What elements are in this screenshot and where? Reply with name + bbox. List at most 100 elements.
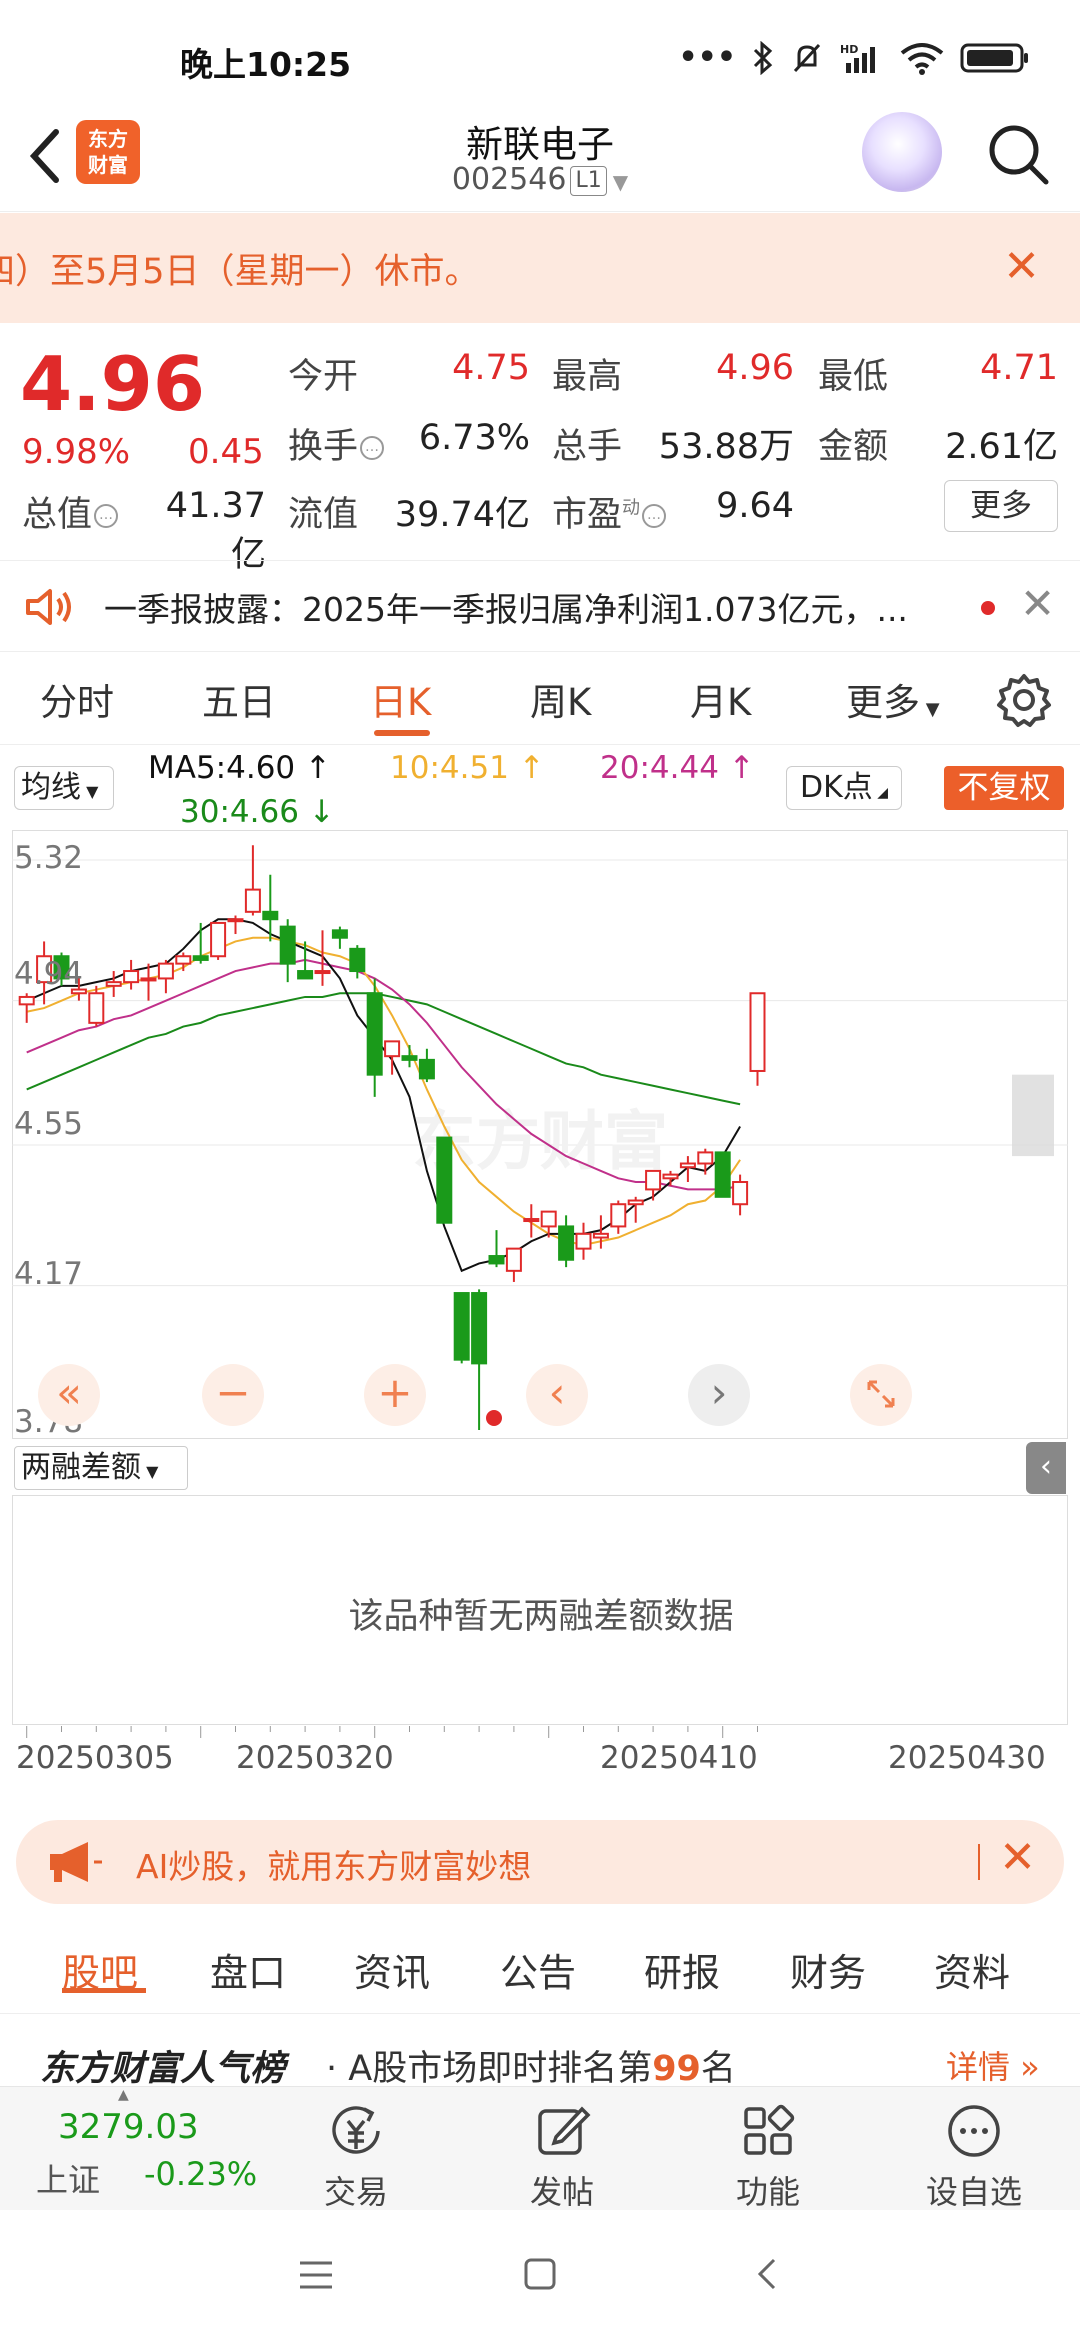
candle-body xyxy=(244,888,261,913)
candle-body xyxy=(349,947,366,973)
more-button[interactable]: 更多 xyxy=(944,480,1058,532)
tab-financials[interactable]: 财务 xyxy=(790,1942,866,1997)
tab-more[interactable]: 更多 ▼ xyxy=(846,672,940,726)
candle-body xyxy=(714,1151,731,1198)
tab-profile[interactable]: 资料 xyxy=(934,1942,1010,1997)
candle-body xyxy=(331,929,348,939)
tab-five-day[interactable]: 五日 xyxy=(202,672,276,726)
tab-research[interactable]: 研报 xyxy=(644,1942,720,1997)
nav-post[interactable]: 发帖 xyxy=(502,2087,622,2211)
gear-icon[interactable] xyxy=(994,670,1054,730)
ai-ad-banner[interactable]: AI炒股，就用东方财富妙想 ✕ xyxy=(16,1820,1064,1904)
pe-value: 9.64 xyxy=(716,486,794,526)
fullscreen-icon[interactable] xyxy=(850,1364,912,1426)
info-icon[interactable]: … xyxy=(642,504,667,528)
close-icon[interactable]: ✕ xyxy=(999,1832,1036,1883)
candle-body xyxy=(592,1232,609,1239)
candle-body xyxy=(262,910,279,921)
active-tab-indicator xyxy=(374,730,430,736)
grid-icon xyxy=(744,2104,795,2155)
info-icon[interactable]: … xyxy=(360,436,385,460)
candle-body xyxy=(157,962,174,980)
low-value: 4.71 xyxy=(980,348,1058,388)
signal-icon: HD xyxy=(840,43,875,73)
close-icon[interactable]: ✕ xyxy=(1003,241,1040,292)
home-icon[interactable] xyxy=(522,2256,558,2292)
candle-body xyxy=(297,970,314,980)
candle-body xyxy=(88,992,105,1024)
tab-monthly-k[interactable]: 月K xyxy=(690,672,751,726)
no-adjust-button[interactable]: 不复权 xyxy=(944,766,1064,810)
index-ticker[interactable]: ▲ 3279.03 上证 -0.23% xyxy=(0,2087,270,2211)
nav-add-watchlist[interactable]: 设自选 xyxy=(914,2087,1034,2211)
speaker-icon xyxy=(26,589,71,625)
back-icon[interactable] xyxy=(752,2254,782,2294)
popularity-rank-brand: 东方财富人气榜 xyxy=(40,2049,286,2089)
trade-icon xyxy=(332,2106,380,2154)
robot-avatar[interactable] xyxy=(862,112,942,192)
volume-label: 总手 xyxy=(552,427,623,467)
dropdown-arrow-icon: ▼ xyxy=(920,699,940,720)
tab-news[interactable]: 资讯 xyxy=(354,1942,430,1997)
unread-dot xyxy=(981,601,995,615)
candle-body xyxy=(505,1247,522,1272)
margin-indicator-select[interactable]: 两融差额 ▼ xyxy=(14,1446,188,1490)
price-highlight xyxy=(1012,1074,1054,1157)
menu-icon[interactable] xyxy=(296,2258,336,2292)
x-tick-label: 20250410 xyxy=(600,1740,758,1776)
zoom-out-button[interactable]: − xyxy=(202,1364,264,1426)
tab-order-book[interactable]: 盘口 xyxy=(210,1942,286,1997)
tab-weekly-k[interactable]: 周K xyxy=(530,672,591,726)
amount-value: 2.61亿 xyxy=(945,427,1058,467)
candle-body xyxy=(227,918,244,923)
candle-body xyxy=(366,992,383,1076)
index-change: -0.23% xyxy=(144,2155,258,2193)
y-tick-label: 5.32 xyxy=(14,840,84,876)
candle-body xyxy=(575,1232,592,1250)
candle-body xyxy=(471,1292,488,1365)
candle-body xyxy=(453,1292,470,1361)
indicator-select[interactable]: 均线 ▼ xyxy=(14,766,114,810)
dk-point-select[interactable]: DK点 ◢ xyxy=(786,766,902,810)
chevron-down-icon: ▼ xyxy=(612,170,629,194)
high-label: 最高 xyxy=(552,357,623,397)
candle-body xyxy=(279,925,296,965)
status-time: 晚上10:25 xyxy=(180,45,352,84)
turnover-value: 6.73% xyxy=(418,418,530,458)
level-badge: L1 xyxy=(570,165,607,196)
close-icon[interactable]: ✕ xyxy=(1020,579,1055,628)
info-icon[interactable]: … xyxy=(94,504,119,528)
x-tick-label: 20250320 xyxy=(236,1740,394,1776)
more-circle-icon xyxy=(948,2105,1000,2157)
turnover-label[interactable]: 换手… xyxy=(288,418,385,469)
tab-announcements[interactable]: 公告 xyxy=(500,1942,576,1997)
chart-period-tabs: 分时 五日 日K 周K 月K 更多 ▼ xyxy=(0,660,1080,745)
empty-message: 该品种暂无两融差额数据 xyxy=(348,1597,734,1637)
system-nav-bar xyxy=(0,2210,1080,2340)
rank-detail-link[interactable]: 详情 » xyxy=(946,2042,1040,2088)
candle-body xyxy=(192,955,209,961)
search-icon[interactable] xyxy=(984,120,1054,190)
bottom-nav: ▲ 3279.03 上证 -0.23% 交易 发帖 功能 设自选 xyxy=(0,2086,1080,2211)
active-tab-indicator xyxy=(62,1988,146,1993)
mktcap-label[interactable]: 总值… xyxy=(22,486,119,537)
content-tabs: 股吧 盘口 资讯 公告 研报 财务 资料 xyxy=(0,1920,1080,2014)
candle-body xyxy=(627,1199,644,1206)
nav-functions[interactable]: 功能 xyxy=(708,2087,828,2211)
candle-body xyxy=(488,1255,505,1265)
candle-body xyxy=(697,1151,714,1165)
pe-label[interactable]: 市盈动… xyxy=(552,486,667,537)
scroll-left-fast-button[interactable]: « xyxy=(38,1364,100,1426)
zoom-in-button[interactable]: + xyxy=(364,1364,426,1426)
collapse-panel-button[interactable]: ‹ xyxy=(1026,1442,1066,1494)
candle-body xyxy=(610,1203,627,1228)
news-ticker[interactable]: 一季报披露：2025年一季报归属净利润1.073亿元，... ✕ xyxy=(0,560,1080,652)
scroll-right-button[interactable]: › xyxy=(688,1364,750,1426)
tab-daily-k[interactable]: 日K xyxy=(370,672,431,726)
more-dots-icon: ••• xyxy=(678,40,736,75)
kline-chart[interactable]: 东方财富 xyxy=(12,830,1068,1440)
scroll-left-button[interactable]: ‹ xyxy=(526,1364,588,1426)
tab-intraday[interactable]: 分时 xyxy=(40,672,114,726)
nav-trade[interactable]: 交易 xyxy=(296,2087,416,2211)
battery-icon xyxy=(960,43,1028,72)
